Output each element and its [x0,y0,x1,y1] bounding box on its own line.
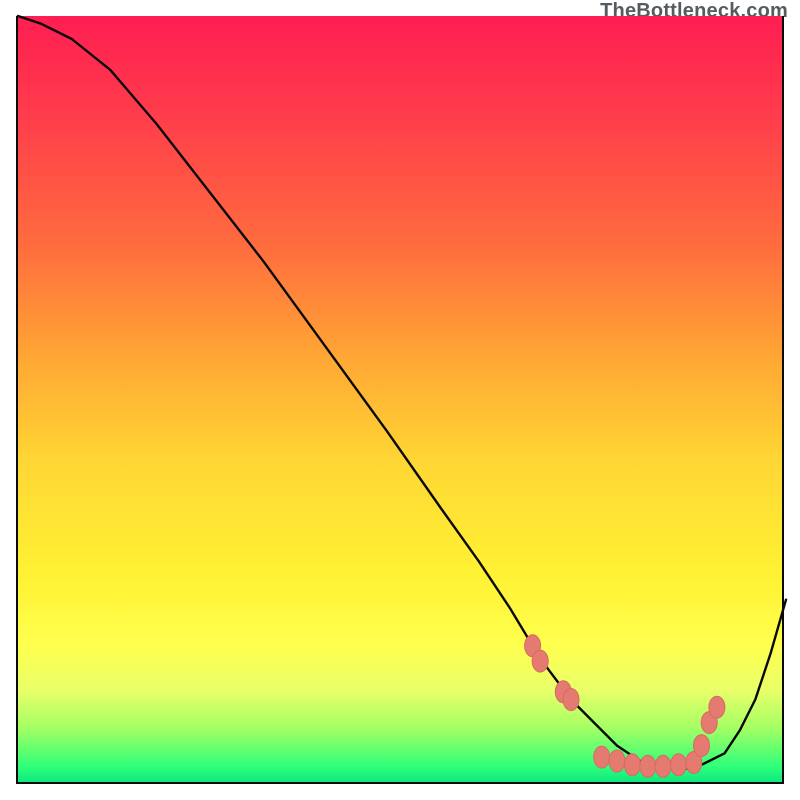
curve-marker [624,754,640,776]
curve-marker [563,689,579,711]
curve-markers [525,635,725,778]
bottleneck-curve [18,16,786,769]
curve-marker [609,750,625,772]
curve-marker [640,755,656,777]
curve-marker [709,696,725,718]
curve-marker [655,755,671,777]
curve-marker [694,735,710,757]
curve-layer [18,16,786,784]
plot-area [16,16,784,784]
curve-marker [532,650,548,672]
chart-container: TheBottleneck.com [0,0,800,800]
curve-marker [671,754,687,776]
curve-marker [594,746,610,768]
